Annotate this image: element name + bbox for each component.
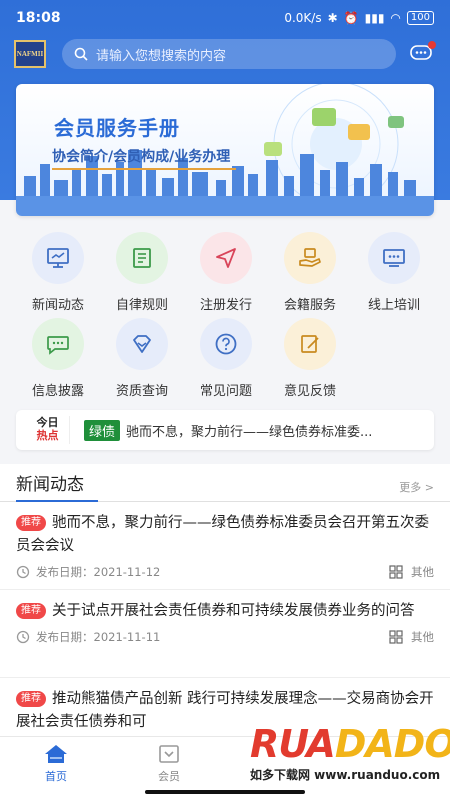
- banner-subtitle: 协会简介/会员构成/业务办理: [52, 149, 231, 165]
- heading-underline: [16, 500, 98, 502]
- status-bar: 18:08 0.0K/s ✱ ⏰ ▮▮▮ ◠ 100: [0, 0, 450, 36]
- grid-item-faq[interactable]: 常见问题: [184, 318, 268, 399]
- signal-icon: ▮▮▮: [364, 11, 385, 25]
- message-icon[interactable]: [410, 41, 436, 63]
- grid-label: 资质查询: [115, 384, 168, 399]
- diamond-icon: [116, 318, 168, 370]
- tab-home[interactable]: 首页: [26, 743, 86, 784]
- news-category: 其他: [389, 564, 434, 580]
- grid-label: 注册发行: [199, 298, 252, 313]
- news-title: 驰而不息，聚力前行——绿色债券标准委员会召开第五次委员会会议: [16, 515, 429, 554]
- grid-label: 信息披露: [31, 384, 84, 399]
- grid-item-registration[interactable]: 注册发行: [184, 232, 268, 313]
- grid-item-training[interactable]: 线上培训: [352, 232, 436, 313]
- logo-text: NAFMII: [16, 50, 44, 58]
- grid-item-membership[interactable]: 会籍服务: [268, 232, 352, 313]
- app-logo[interactable]: NAFMII: [14, 40, 46, 68]
- training-icon: [368, 232, 420, 284]
- edit-icon: [284, 318, 336, 370]
- search-input[interactable]: 请输入您想搜索的内容: [62, 39, 396, 69]
- top-bar: NAFMII 请输入您想搜索的内容: [0, 36, 450, 72]
- grid-label: 自律规则: [115, 298, 168, 313]
- logo-top: 今日: [36, 416, 59, 429]
- home-icon: [45, 745, 67, 763]
- grid-item-disclosure[interactable]: 信息披露: [16, 318, 100, 399]
- clock-icon: [16, 630, 30, 644]
- hot-news-ticker[interactable]: 今日 热点 绿债 驰而不息，聚力前行——绿色债券标准委...: [16, 410, 434, 450]
- search-icon: [74, 47, 88, 61]
- grid-item-news[interactable]: 新闻动态: [16, 232, 100, 313]
- more-link[interactable]: 更多 >: [399, 479, 434, 501]
- rulebook-icon: [116, 232, 168, 284]
- category-grid-icon: [389, 565, 403, 579]
- category-grid-icon: [389, 630, 403, 644]
- grid-label: 线上培训: [367, 298, 420, 313]
- banner-title: 会员服务手册: [54, 116, 180, 140]
- category-label: 其他: [411, 565, 434, 579]
- recommend-badge: 推荐: [16, 603, 46, 619]
- banner-underline: [52, 168, 236, 170]
- news-date: 发布日期：2021-11-11: [36, 630, 161, 644]
- status-time: 18:08: [16, 10, 61, 26]
- news-meta: 发布日期：2021-11-11 其他: [16, 629, 434, 645]
- wifi-icon: ◠: [390, 11, 401, 25]
- notification-dot: [428, 41, 436, 49]
- search-placeholder: 请输入您想搜索的内容: [96, 48, 227, 64]
- tab-label: 会员: [158, 770, 180, 783]
- tab-member[interactable]: 会员: [139, 743, 199, 784]
- watermark-logo: RUADADO 如多下载网 www.ruanduo.com: [250, 722, 450, 794]
- news-item[interactable]: 推荐 驰而不息，聚力前行——绿色债券标准委员会召开第五次委员会会议 发布日期：20…: [0, 502, 450, 590]
- watermark-site: 如多下载网 www.ruanduo.com: [250, 768, 441, 782]
- news-date: 发布日期：2021-11-12: [36, 565, 161, 579]
- green-bond-tag: 绿债: [84, 419, 121, 441]
- member-icon: [159, 745, 179, 763]
- news-title-block: 推荐 关于试点开展社会责任债券和可持续发展债券业务的问答: [16, 600, 434, 623]
- news-title-block: 推荐 驰而不息，聚力前行——绿色债券标准委员会召开第五次委员会会议: [16, 512, 434, 558]
- logo-bottom: 热点: [36, 429, 59, 442]
- news-header: 新闻动态 更多 >: [0, 464, 450, 502]
- watermark-brand: RUADADO: [250, 722, 450, 766]
- news-item[interactable]: 推荐 关于试点开展社会责任债券和可持续发展债券业务的问答 发布日期：2021-11…: [0, 590, 450, 678]
- grid-item-qualification[interactable]: 资质查询: [100, 318, 184, 399]
- recommend-badge: 推荐: [16, 691, 46, 707]
- news-meta: 发布日期：2021-11-12 其他: [16, 564, 434, 580]
- ticker-text: 驰而不息，聚力前行——绿色债券标准委...: [126, 424, 373, 440]
- monitor-icon: [32, 232, 84, 284]
- question-icon: [200, 318, 252, 370]
- grid-label: 新闻动态: [31, 298, 84, 313]
- news-category: 其他: [389, 629, 434, 645]
- grid-item-feedback[interactable]: 意见反馈: [268, 318, 352, 399]
- news-section: 新闻动态 更多 > 推荐 驰而不息，聚力前行——绿色债券标准委员会召开第五次委员会…: [0, 464, 450, 736]
- battery-indicator: 100: [406, 11, 434, 25]
- network-speed: 0.0K/s: [284, 11, 322, 25]
- recommend-badge: 推荐: [16, 515, 46, 531]
- hand-service-icon: [284, 232, 336, 284]
- category-label: 其他: [411, 630, 434, 644]
- tab-label: 首页: [45, 770, 67, 783]
- send-icon: [200, 232, 252, 284]
- news-title: 关于试点开展社会责任债券和可持续发展债券业务的问答: [52, 603, 415, 619]
- grid-label: 会籍服务: [283, 298, 336, 313]
- news-heading: 新闻动态: [16, 475, 84, 495]
- bluetooth-icon: ✱: [327, 11, 338, 25]
- member-handbook-banner[interactable]: 会员服务手册 协会简介/会员构成/业务办理: [16, 84, 434, 216]
- today-hot-logo: 今日 热点: [26, 416, 70, 444]
- chat-icon: [32, 318, 84, 370]
- grid-item-rules[interactable]: 自律规则: [100, 232, 184, 313]
- alarm-icon: ⏰: [343, 11, 359, 25]
- grid-label: 常见问题: [199, 384, 252, 399]
- clock-icon: [16, 565, 30, 579]
- grid-label: 意见反馈: [283, 384, 336, 399]
